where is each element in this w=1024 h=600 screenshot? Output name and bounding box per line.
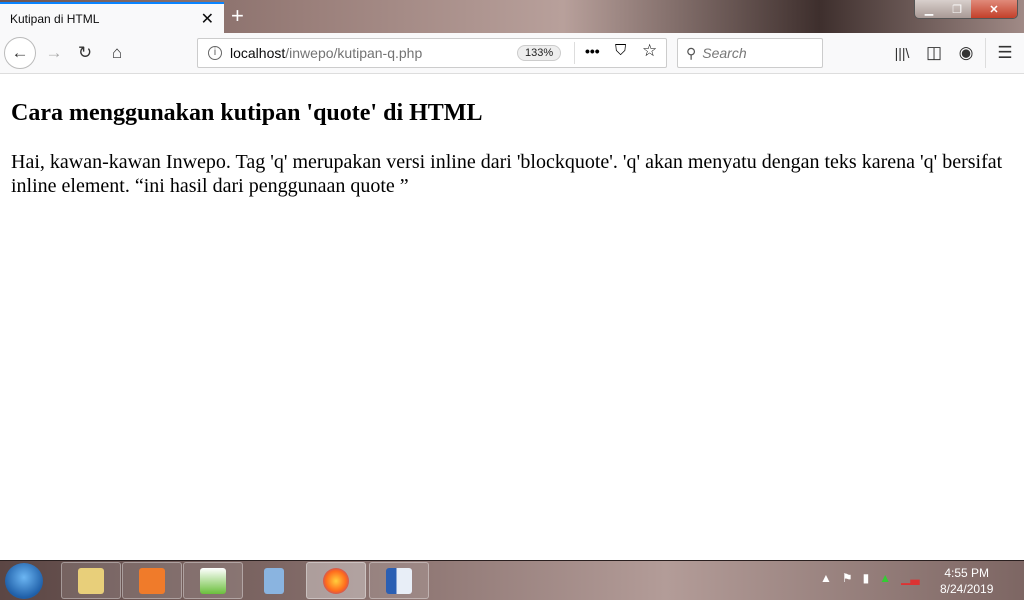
word-taskbar-button[interactable] xyxy=(369,562,429,599)
tab-title: Kutipan di HTML xyxy=(10,11,100,26)
search-input[interactable]: ⚲ Search xyxy=(677,38,823,68)
window-controls: ▁ ❐ ✕ xyxy=(914,0,1018,19)
sidebar-icon[interactable]: ◫ xyxy=(922,41,946,65)
reload-button[interactable]: ↻ xyxy=(73,41,97,65)
pocket-icon[interactable]: ⛉ xyxy=(615,42,626,59)
home-icon: ⌂ xyxy=(111,43,123,62)
title-bar: Kutipan di HTML ✕ + ▁ ❐ ✕ xyxy=(0,0,1024,33)
more-actions-icon[interactable]: ••• xyxy=(585,43,600,59)
back-button[interactable]: ← xyxy=(4,37,36,69)
network-app-icon[interactable]: ▲ xyxy=(879,571,891,585)
page-heading: Cara menggunakan kutipan 'quote' di HTML xyxy=(11,100,483,126)
address-bar[interactable]: i localhost/inwepo/kutipan-q.php 133% ••… xyxy=(197,38,667,68)
calculator-taskbar-button[interactable] xyxy=(244,562,304,599)
clock-date: 8/24/2019 xyxy=(940,582,994,596)
notepad-taskbar-button[interactable] xyxy=(183,562,243,599)
signal-icon[interactable]: ▁▃ xyxy=(901,571,919,585)
word-icon xyxy=(386,567,412,594)
zoom-badge[interactable]: 133% xyxy=(517,45,562,61)
search-placeholder: Search xyxy=(702,45,747,61)
nav-toolbar: ← → ↻ ⌂ i localhost/inwepo/kutipan-q.php… xyxy=(0,33,1024,74)
arrow-right-icon: → xyxy=(45,43,63,62)
system-tray: ▲ ⚑ ▮ ▲ ▁▃ xyxy=(820,571,920,585)
notepad-plus-plus-icon xyxy=(200,567,226,594)
calculator-icon xyxy=(264,567,284,594)
arrow-left-icon: ← xyxy=(11,43,29,62)
home-button[interactable]: ⌂ xyxy=(105,41,129,65)
minimize-button[interactable]: ▁ xyxy=(915,0,943,18)
bookmark-star-icon[interactable]: ☆ xyxy=(642,41,657,61)
menu-icon[interactable]: ☰ xyxy=(993,41,1017,65)
reload-icon: ↻ xyxy=(77,43,93,62)
account-icon[interactable]: ◉ xyxy=(954,41,978,65)
url-path: /inwepo/kutipan-q.php xyxy=(285,45,423,61)
library-icon[interactable]: |||\ xyxy=(890,41,914,65)
action-center-flag-icon[interactable]: ⚑ xyxy=(842,571,853,585)
divider xyxy=(574,42,575,64)
forward-button[interactable]: → xyxy=(42,41,66,65)
firefox-taskbar-button[interactable] xyxy=(306,562,366,599)
xampp-icon xyxy=(139,567,165,594)
show-hidden-icons[interactable]: ▲ xyxy=(820,571,832,585)
folder-icon xyxy=(78,567,104,594)
clock-time: 4:55 PM xyxy=(944,566,990,580)
close-window-button[interactable]: ✕ xyxy=(971,0,1017,18)
tab-kutipan[interactable]: Kutipan di HTML ✕ xyxy=(0,2,224,33)
page-paragraph: Hai, kawan-kawan Inwepo. Tag 'q' merupak… xyxy=(11,151,1003,197)
tab-close-icon[interactable]: ✕ xyxy=(201,9,214,29)
xampp-taskbar-button[interactable] xyxy=(122,562,182,599)
explorer-taskbar-button[interactable] xyxy=(61,562,121,599)
taskbar: ▲ ⚑ ▮ ▲ ▁▃ 4:55 PM 8/24/2019 xyxy=(0,560,1024,600)
power-icon[interactable]: ▮ xyxy=(863,571,870,585)
page-content: Cara menggunakan kutipan 'quote' di HTML… xyxy=(11,98,1016,198)
divider xyxy=(985,38,986,68)
new-tab-button[interactable]: + xyxy=(231,3,244,29)
url-host: localhost xyxy=(230,45,286,61)
restore-button[interactable]: ❐ xyxy=(943,0,971,18)
clock[interactable]: 4:55 PM 8/24/2019 xyxy=(940,565,993,597)
firefox-icon xyxy=(323,567,349,594)
search-icon: ⚲ xyxy=(686,44,697,61)
start-button[interactable] xyxy=(5,563,43,599)
info-icon[interactable]: i xyxy=(208,46,222,60)
